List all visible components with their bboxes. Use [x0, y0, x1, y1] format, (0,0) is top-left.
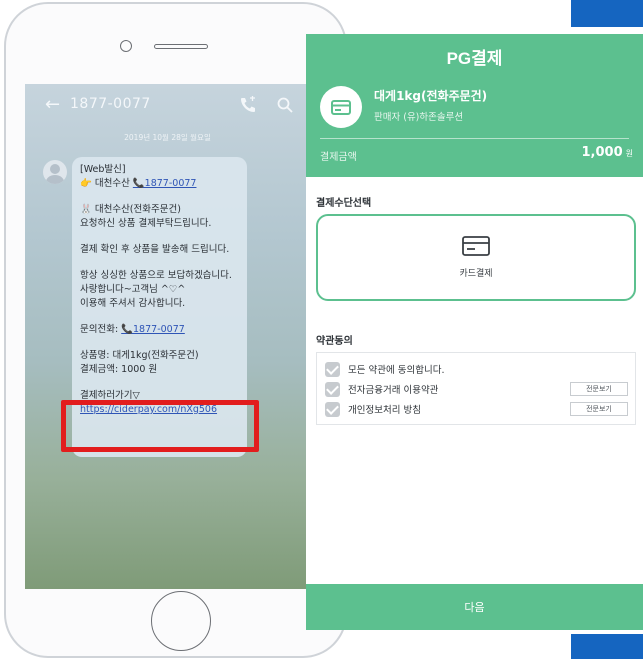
amount-number: 1,000: [581, 145, 623, 160]
message-tag: [Web발신]: [80, 164, 126, 175]
corner-accent-top: [571, 0, 643, 27]
phone-speaker: [154, 44, 208, 49]
term-row-privacy[interactable]: 개인정보처리 방침: [325, 401, 421, 417]
sms-header: ← 1877-0077: [25, 84, 310, 126]
message-date: 2019년 10월 28일 월요일: [124, 133, 211, 142]
back-arrow-icon[interactable]: ←: [45, 94, 60, 115]
amount-value: 1,000 원: [582, 145, 634, 160]
phone-call-icon[interactable]: [239, 96, 257, 114]
card-icon: [331, 100, 351, 115]
search-icon[interactable]: [276, 96, 294, 114]
header-divider: [320, 138, 629, 139]
terms-box: 모든 약관에 동의합니다. 전자금융거래 이용약관 전문보기 개인정보처리 방침…: [316, 352, 636, 425]
message-sender-line: 👉 대천수산 📞1877-0077: [80, 177, 239, 191]
contact-phone-link[interactable]: 📞1877-0077: [121, 324, 185, 335]
product-icon-circle: [320, 86, 362, 128]
corner-accent-bottom: [571, 634, 643, 659]
payment-header: PG결제 대게1kg(전화주문건) 판매자 (유)하존솔루션 결제금액 1,00…: [306, 34, 643, 177]
privacy-view-button[interactable]: 전문보기: [570, 402, 628, 416]
message-contact-prefix: 문의전화:: [80, 324, 122, 335]
agree-all-label: 모든 약관에 동의합니다.: [348, 365, 445, 376]
sms-screen: ← 1877-0077 2019년 10월 28일 월요일 [Web발신] 👉 …: [25, 84, 310, 589]
home-button[interactable]: [151, 591, 211, 651]
message-sender-prefix: 👉 대천수산: [80, 178, 133, 189]
page-title: PG결제: [446, 49, 503, 68]
sender-avatar: [43, 160, 67, 184]
term-row-agree-all[interactable]: 모든 약관에 동의합니다.: [325, 361, 444, 377]
term-row-e-finance[interactable]: 전자금융거래 이용약관: [325, 381, 438, 397]
next-button-label: 다음: [464, 601, 485, 614]
message-promise-line-2: 사랑합니다~고객님 ^♡^: [80, 284, 186, 295]
pg-payment-panel: PG결제 대게1kg(전화주문건) 판매자 (유)하존솔루션 결제금액 1,00…: [306, 34, 643, 630]
sender-phone-link[interactable]: 📞1877-0077: [133, 178, 197, 189]
credit-card-icon: [462, 236, 490, 256]
message-contact-line: 문의전화: 📞1877-0077: [80, 323, 239, 337]
privacy-policy-checkbox[interactable]: [325, 401, 340, 417]
message-store-line: 🐰 대천수산(전화주문건): [80, 204, 181, 215]
e-finance-terms-label: 전자금융거래 이용약관: [348, 385, 439, 396]
seller-name: 판매자 (유)하존솔루션: [374, 112, 464, 123]
terms-section-label: 약관동의: [316, 336, 353, 347]
message-product-line: 상품명: 대게1kg(전화주문건): [80, 350, 199, 361]
e-finance-terms-checkbox[interactable]: [325, 381, 340, 397]
message-promise-line-3: 이용해 주셔서 감사합니다.: [80, 298, 186, 309]
amount-unit: 원: [625, 149, 633, 158]
message-amount-line: 결제금액: 1000 원: [80, 364, 158, 375]
product-name: 대게1kg(전화주문건): [374, 89, 488, 103]
sms-sender-number: 1877-0077: [70, 96, 151, 112]
amount-label: 결제금액: [320, 152, 357, 163]
front-camera: [120, 40, 132, 52]
message-notice-line: 결제 확인 후 상품을 발송해 드립니다.: [80, 244, 230, 255]
next-button[interactable]: 다음: [306, 584, 643, 630]
e-finance-view-button[interactable]: 전문보기: [570, 382, 628, 396]
card-payment-label: 카드결제: [459, 269, 493, 279]
payment-method-section-label: 결제수단선택: [316, 198, 372, 209]
agree-all-checkbox[interactable]: [325, 361, 340, 377]
phone-mockup: ← 1877-0077 2019년 10월 28일 월요일 [Web발신] 👉 …: [4, 2, 347, 658]
message-promise-line-1: 항상 싱싱한 상품으로 보답하겠습니다.: [80, 270, 232, 281]
card-payment-option[interactable]: 카드결제: [316, 214, 636, 301]
payment-link-highlight: [61, 400, 259, 452]
message-request-line: 요청하신 상품 결제부탁드립니다.: [80, 218, 212, 229]
privacy-policy-label: 개인정보처리 방침: [348, 405, 421, 416]
